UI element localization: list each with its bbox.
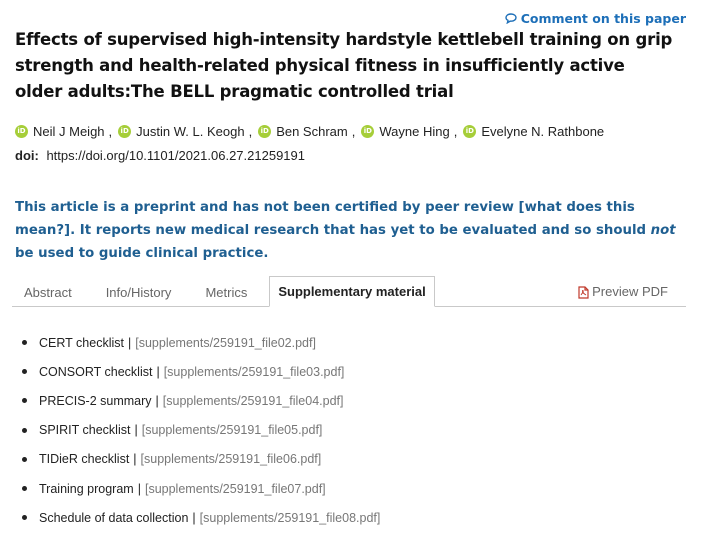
comment-label: Comment on this paper: [520, 11, 686, 26]
supplement-name: Schedule of data collection: [39, 510, 189, 525]
orcid-icon: iD: [15, 125, 28, 138]
author-name: Neil J Meigh: [33, 124, 105, 139]
supplement-file-link[interactable]: [supplements/259191_file07.pdf]: [145, 482, 326, 496]
preview-pdf-label: Preview PDF: [592, 284, 668, 299]
bullet: [22, 486, 27, 492]
author-list: iD Neil J Meigh, iD Justin W. L. Keogh, iD…: [15, 124, 608, 139]
author-separator: ,: [248, 124, 253, 139]
bullet: [22, 456, 27, 462]
supplement-name: SPIRIT checklist: [39, 423, 131, 438]
bullet: [22, 340, 27, 346]
article-title: Effects of supervised high-intensity har…: [15, 30, 673, 101]
orcid-icon: iD: [118, 125, 132, 138]
list-item: SPIRIT checklist | [supplements/259191_fil…: [22, 416, 380, 445]
supplement-name: CERT checklist: [39, 335, 124, 350]
author-separator: ,: [351, 124, 356, 139]
supplement-name: Training program: [39, 481, 134, 496]
author-name: Ben Schram: [276, 124, 348, 139]
author-name: Evelyne N. Rathbone: [481, 124, 605, 139]
orcid-icon: iD: [361, 125, 375, 138]
supplementary-list: CERT checklist | [supplements/259191_file0…: [22, 328, 380, 532]
author-4[interactable]: iD Wayne Hing: [361, 124, 450, 139]
speech-bubble-icon: [505, 13, 517, 24]
supplement-name: TIDieR checklist: [39, 452, 130, 467]
orcid-icon: iD: [463, 125, 477, 138]
supplement-name: CONSORT checklist: [39, 364, 153, 379]
separator: |: [137, 481, 141, 496]
tab-supplementary-material[interactable]: Supplementary material: [269, 276, 435, 307]
author-3[interactable]: iD Ben Schram: [258, 124, 348, 139]
author-separator: ,: [108, 124, 113, 139]
list-item: PRECIS-2 summary | [supplements/259191_fil…: [22, 386, 380, 415]
separator: |: [156, 364, 160, 379]
separator: |: [133, 452, 137, 467]
comment-on-paper-link[interactable]: Comment on this paper: [505, 11, 686, 26]
separator: |: [134, 423, 138, 438]
supplement-file-link[interactable]: [supplements/259191_file06.pdf]: [141, 452, 322, 466]
doi-label: doi:: [15, 148, 39, 163]
preprint-notice: This article is a preprint and has not b…: [15, 196, 695, 265]
author-name: Wayne Hing: [379, 124, 450, 139]
list-item: Schedule of data collection | [supplements…: [22, 503, 380, 532]
supplement-file-link[interactable]: [supplements/259191_file05.pdf]: [142, 423, 323, 437]
author-1[interactable]: iD Neil J Meigh: [15, 124, 105, 139]
list-item: Training program | [supplements/259191_fil…: [22, 474, 380, 503]
article-tabs: Abstract Info/History Metrics Supplement…: [12, 276, 686, 307]
bullet: [22, 515, 27, 521]
list-item: TIDieR checklist | [supplements/259191_fil…: [22, 445, 380, 474]
bullet: [22, 427, 27, 433]
preview-pdf-button[interactable]: Preview PDF: [578, 278, 686, 306]
list-item: CONSORT checklist | [supplements/259191_fi…: [22, 357, 380, 386]
author-2[interactable]: iD Justin W. L. Keogh: [118, 124, 245, 139]
separator: |: [192, 510, 196, 525]
supplement-file-link[interactable]: [supplements/259191_file02.pdf]: [135, 336, 316, 350]
supplement-file-link[interactable]: [supplements/259191_file03.pdf]: [164, 365, 345, 379]
author-5[interactable]: iD Evelyne N. Rathbone: [463, 124, 604, 139]
doi-line: doi: https://doi.org/10.1101/2021.06.27.…: [15, 148, 305, 163]
tab-abstract[interactable]: Abstract: [12, 277, 84, 306]
list-item: CERT checklist | [supplements/259191_file0…: [22, 328, 380, 357]
tab-info-history[interactable]: Info/History: [94, 277, 184, 306]
author-separator: ,: [453, 124, 458, 139]
pdf-file-icon: [578, 285, 589, 299]
notice-text-1: This article is a preprint and has not b…: [15, 200, 651, 238]
bullet: [22, 369, 27, 375]
bullet: [22, 398, 27, 404]
doi-link[interactable]: https://doi.org/10.1101/2021.06.27.21259…: [46, 148, 305, 163]
author-name: Justin W. L. Keogh: [136, 124, 245, 139]
notice-text-2: be used to guide clinical practice.: [15, 246, 269, 261]
separator: |: [155, 393, 159, 408]
tab-metrics[interactable]: Metrics: [193, 277, 259, 306]
supplement-file-link[interactable]: [supplements/259191_file04.pdf]: [163, 394, 344, 408]
orcid-icon: iD: [258, 125, 272, 138]
supplement-name: PRECIS-2 summary: [39, 393, 152, 408]
separator: |: [127, 335, 132, 350]
supplement-file-link[interactable]: [supplements/259191_file08.pdf]: [200, 511, 381, 525]
notice-emphasis: not: [650, 223, 676, 238]
